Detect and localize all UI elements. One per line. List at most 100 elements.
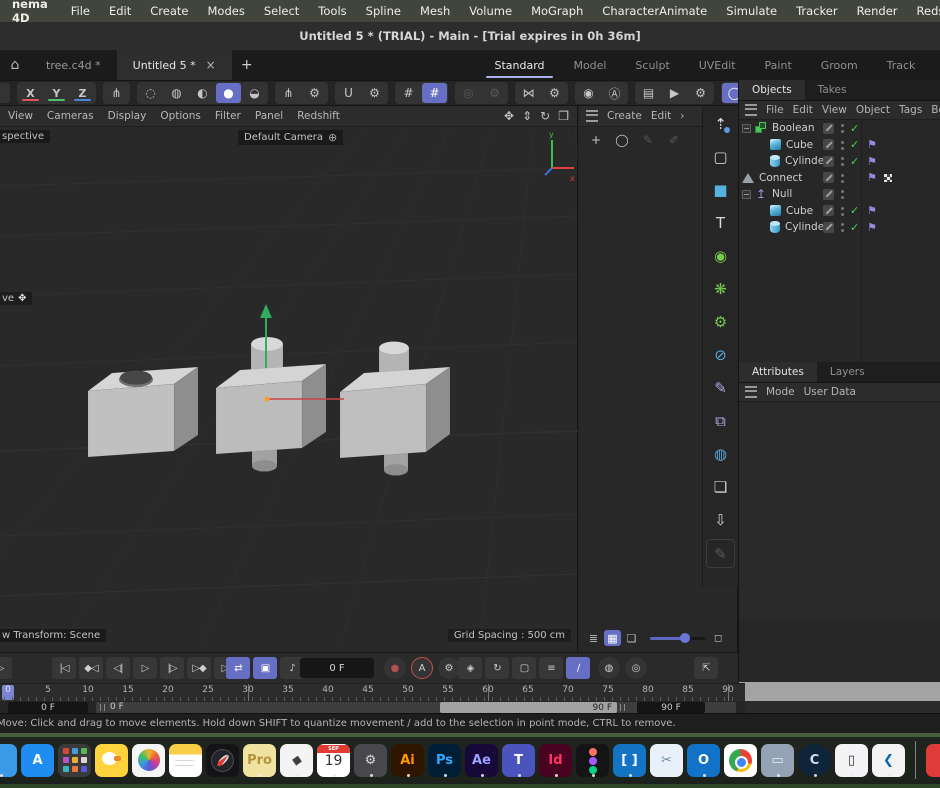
enabled-check-icon[interactable]: ✓ (850, 138, 859, 151)
edit-toggle-icon[interactable] (823, 139, 834, 150)
edit-toggle-icon[interactable] (823, 172, 834, 183)
workplane-toggle[interactable]: # (396, 83, 421, 103)
animate-mouse-button[interactable]: ◍ (598, 657, 620, 679)
edit-material-button[interactable]: ✎ (638, 130, 658, 150)
object-menu-object[interactable]: Object (856, 104, 890, 116)
figma-dock-icon[interactable] (576, 744, 609, 777)
instance-tool[interactable]: ⇩ (707, 506, 734, 533)
soft-selection-settings[interactable]: ⚙ (482, 83, 507, 103)
tree-row[interactable]: Cylinder✓⚑ (739, 153, 940, 170)
edit-toggle-icon[interactable] (823, 205, 834, 216)
timeline-ruler[interactable]: 051015202530354045505560657075808590 (0, 683, 745, 701)
axis-center-dot[interactable] (265, 397, 270, 402)
phong-tag-icon[interactable]: ⚑ (867, 155, 877, 168)
orbit-icon[interactable]: ↻ (540, 109, 550, 123)
menubar-item-tracker[interactable]: Tracker (796, 4, 838, 18)
coordinate-system-toggle[interactable]: ⋔ (104, 83, 129, 103)
key-scale-button[interactable]: ▢ (512, 657, 536, 679)
add-material-button[interactable]: + (586, 130, 606, 150)
tree-row[interactable]: Cube✓⚑ (739, 137, 940, 154)
goto-start-button[interactable]: |◁ (52, 657, 76, 679)
motext-tool[interactable]: T (707, 209, 734, 236)
system-settings-dock-icon[interactable]: ⚙ (354, 744, 387, 777)
key-filter-button[interactable]: ∕ (566, 657, 590, 679)
object-menu-boo[interactable]: Boo (931, 104, 940, 116)
tree-row[interactable]: −↥Null (739, 186, 940, 203)
render-picture-viewer-button[interactable]: ▶ (662, 83, 687, 103)
visibility-dots[interactable] (841, 223, 844, 226)
animate-rotation-button[interactable]: ◎ (625, 657, 647, 679)
range-start-handle[interactable] (100, 704, 105, 711)
enabled-check-icon[interactable]: ✓ (850, 221, 859, 234)
render-settings-button[interactable]: ⚙ (688, 83, 713, 103)
maximize-icon[interactable]: ❐ (558, 109, 569, 123)
menubar-item-volume[interactable]: Volume (469, 4, 512, 18)
material-menu-edit[interactable]: Edit (651, 110, 671, 122)
partial-app-dock-icon[interactable] (926, 744, 940, 777)
modeling-axis-settings[interactable]: ⚙ (302, 83, 327, 103)
document-tab[interactable]: tree.c4d * (30, 50, 117, 80)
cloner-generator[interactable]: ◉ (707, 242, 734, 269)
object-menu-edit[interactable]: Edit (793, 104, 813, 116)
layout-tab-sculpt[interactable]: Sculpt (631, 50, 673, 80)
layout-tab-uvedit[interactable]: UVEdit (695, 50, 740, 80)
play-button[interactable]: ▷ (133, 657, 157, 679)
next-frame-button[interactable]: |▷ (160, 657, 184, 679)
timeline-window-button[interactable]: ⇱ (694, 657, 718, 679)
screenshot-app-dock-icon[interactable]: ▭ (761, 744, 794, 777)
modeling-axis[interactable]: ⋔ (276, 83, 301, 103)
viewport-solo-single[interactable]: ◉ (576, 83, 601, 103)
camera-label[interactable]: Default Camera ⊕ (238, 130, 343, 145)
tree-row[interactable]: Connect⚑ (739, 170, 940, 187)
pan-icon[interactable]: ✥ (504, 109, 514, 123)
matrix-generator[interactable]: ❋ (707, 275, 734, 302)
edit-toggle-icon[interactable] (823, 222, 834, 233)
material-menu-create[interactable]: Create (607, 110, 642, 122)
volume-builder[interactable]: ◍ (707, 440, 734, 467)
indesign-dock-icon[interactable]: Id (539, 744, 572, 777)
tab-layers[interactable]: Layers (817, 362, 878, 382)
cropped-play-button[interactable]: ▷ (0, 657, 12, 679)
material-menu-[interactable]: › (680, 110, 684, 122)
snap-toggle[interactable]: U (336, 83, 361, 103)
phong-tag-icon[interactable]: ⚑ (867, 204, 877, 217)
hamburger-icon[interactable] (745, 386, 757, 398)
prev-key-button[interactable]: ◆◁ (79, 657, 103, 679)
calendar-dock-icon[interactable]: SEP19 (317, 744, 350, 777)
viewport-menu-view[interactable]: View (8, 110, 33, 122)
menubar-item-redshift[interactable]: Redshift (917, 4, 940, 18)
teams-dock-icon[interactable]: T (502, 744, 535, 777)
visibility-dots[interactable] (841, 207, 844, 210)
viewport-menu-redshift[interactable]: Redshift (297, 110, 340, 122)
enabled-check-icon[interactable]: ✓ (850, 204, 859, 217)
visibility-dots[interactable] (841, 157, 844, 160)
prev-frame-button[interactable]: ◁| (106, 657, 130, 679)
close-icon[interactable]: × (206, 58, 216, 72)
phong-tag-icon[interactable]: ⚑ (867, 221, 877, 234)
menubar-item-spline[interactable]: Spline (366, 4, 401, 18)
layout-tab-standard[interactable]: Standard (490, 50, 548, 80)
menubar-item-animate[interactable]: Animate (659, 4, 707, 18)
pro-notes-dock-icon[interactable]: Pro (243, 744, 276, 777)
layout-tab-groom[interactable]: Groom (817, 50, 862, 80)
keyframe-bar-button[interactable]: ▣ (253, 657, 277, 679)
menubar-item-edit[interactable]: Edit (109, 4, 131, 18)
attribute-menu-user-data[interactable]: User Data (804, 386, 856, 398)
range-start-field[interactable]: 0 F (8, 702, 88, 713)
dolly-icon[interactable]: ⇕ (522, 109, 532, 123)
expander-icon[interactable]: − (742, 124, 751, 133)
layout-tab-track[interactable]: Track (883, 50, 920, 80)
object-menu-view[interactable]: View (822, 104, 847, 116)
enabled-check-icon[interactable]: ✓ (850, 122, 859, 135)
material-ball-button[interactable]: ◯ (612, 130, 632, 150)
y-axis-lock[interactable]: Y (44, 83, 69, 103)
rectangle-select-tool[interactable]: ▢ (707, 143, 734, 170)
cropped-toolbar-button[interactable] (0, 83, 10, 103)
loop-button[interactable]: ⇄ (226, 657, 250, 679)
range-slider[interactable]: 0 F 90 F 90 F (96, 702, 736, 713)
roblox-studio-dock-icon[interactable]: ◆ (280, 744, 313, 777)
visibility-dots[interactable] (841, 141, 844, 144)
spline-pen[interactable]: ✎ (707, 374, 734, 401)
soft-selection-toggle[interactable]: ◎ (456, 83, 481, 103)
key-position-button[interactable]: ◈ (458, 657, 482, 679)
